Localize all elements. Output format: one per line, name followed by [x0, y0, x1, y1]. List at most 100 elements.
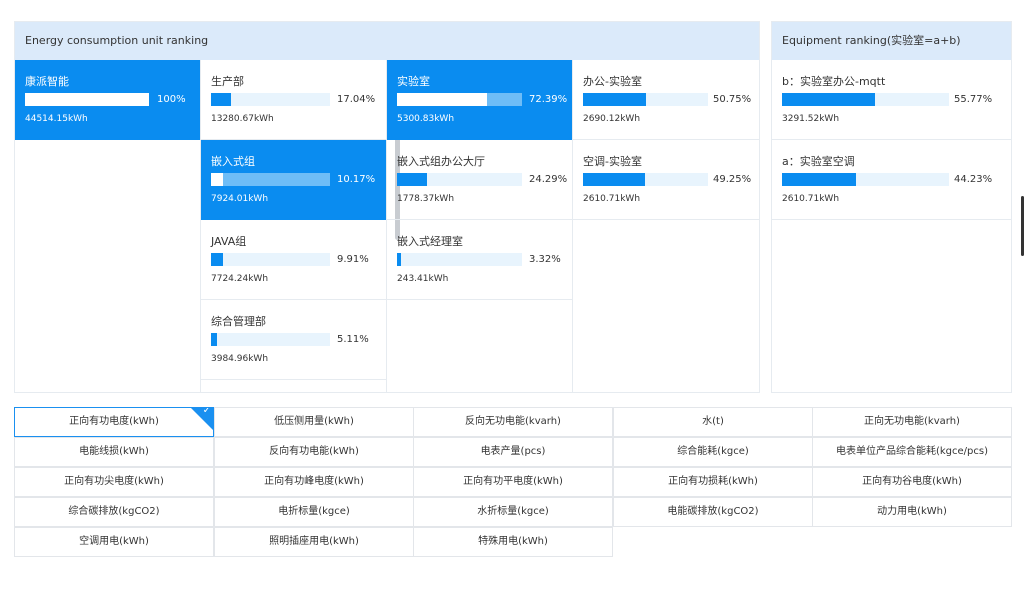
- ranking-card-percent: 3.32%: [529, 254, 561, 265]
- ranking-card[interactable]: 办公-实验室 50.75% 2690.12kWh: [573, 60, 759, 140]
- ranking-card-percent: 5.11%: [337, 334, 369, 345]
- metric-tab-label: 综合碳排放(kgCO2): [68, 506, 160, 517]
- ranking-card[interactable]: 空调-实验室 49.25% 2610.71kWh: [573, 140, 759, 220]
- ranking-card[interactable]: 嵌入式组 10.17% 7924.01kWh: [201, 140, 386, 220]
- metric-tab-label: 反向无功电能(kvarh): [465, 416, 561, 427]
- ranking-progress-track: [782, 93, 949, 106]
- ranking-card-value: 7924.01kWh: [211, 194, 269, 204]
- metric-tab[interactable]: 电能碳排放(kgCO2): [613, 497, 813, 527]
- ranking-progress-fill: [782, 93, 875, 106]
- metric-tab[interactable]: 正向有功损耗(kWh): [613, 467, 813, 497]
- equipment-ranking-list: b：实验室办公-mqtt 55.77% 3291.52kWh a：实验室空调 44.23…: [772, 60, 1011, 392]
- ranking-card-percent: 50.75%: [713, 94, 752, 105]
- metric-tab[interactable]: 水(t): [613, 407, 813, 437]
- ranking-card[interactable]: 嵌入式组办公大厅 24.29% 1778.37kWh: [387, 140, 572, 220]
- metric-tab[interactable]: 照明插座用电(kWh): [214, 527, 414, 557]
- metric-tab-label: 水折标量(kgce): [477, 506, 549, 517]
- metric-tab-label: 正向无功电能(kvarh): [864, 416, 960, 427]
- ranking-card[interactable]: 实验室 72.39% 5300.83kWh: [387, 60, 572, 140]
- ranking-card-value: 7724.24kWh: [211, 274, 269, 284]
- metric-tab-label: 正向有功尖电度(kWh): [64, 476, 164, 487]
- metric-tab[interactable]: 正向有功峰电度(kWh): [214, 467, 414, 497]
- metric-tab[interactable]: 水折标量(kgce): [413, 497, 613, 527]
- checkmark-icon: ✓: [202, 407, 211, 416]
- ranking-card-name: 实验室: [397, 75, 430, 88]
- metric-tab-label: 反向有功电能(kWh): [269, 446, 359, 457]
- ranking-progress-track: [397, 173, 522, 186]
- ranking-card-value: 44514.15kWh: [25, 114, 88, 124]
- metric-tab[interactable]: 电能线损(kWh): [14, 437, 214, 467]
- metric-tab[interactable]: 电表产量(pcs): [413, 437, 613, 467]
- ranking-card-name: 康派智能: [25, 75, 69, 88]
- metric-tab[interactable]: 综合碳排放(kgCO2): [14, 497, 214, 527]
- ranking-card[interactable]: a：实验室空调 44.23% 2610.71kWh: [772, 140, 1011, 220]
- ranking-progress-fill: [397, 253, 401, 266]
- ranking-card-percent: 55.77%: [954, 94, 993, 105]
- metric-tab[interactable]: 综合能耗(kgce): [613, 437, 813, 467]
- energy-unit-ranking-title: Energy consumption unit ranking: [15, 22, 759, 60]
- metric-tab[interactable]: 低压侧用量(kWh): [214, 407, 414, 437]
- ranking-card-name: 空调-实验室: [583, 155, 642, 168]
- ranking-column-level-3: 实验室 72.39% 5300.83kWh 嵌入式组办公大厅 24.29% 1778.37…: [387, 60, 573, 392]
- ranking-progress-fill: [397, 93, 487, 106]
- metric-tab-label: 低压侧用量(kWh): [274, 416, 354, 427]
- metric-tab[interactable]: 正向有功电度(kWh) ✓: [14, 407, 214, 437]
- ranking-progress-fill: [583, 93, 646, 106]
- metric-tab[interactable]: 正向有功谷电度(kWh): [812, 467, 1012, 497]
- ranking-progress-track: [782, 173, 949, 186]
- ranking-card[interactable]: 市场部: [201, 380, 386, 392]
- ranking-progress-track: [211, 173, 330, 186]
- metric-tab[interactable]: 正向无功电能(kvarh): [812, 407, 1012, 437]
- metric-tab[interactable]: 动力用电(kWh): [812, 497, 1012, 527]
- metric-tab-label: 空调用电(kWh): [79, 536, 149, 547]
- ranking-card-name: 生产部: [211, 75, 244, 88]
- ranking-card[interactable]: JAVA组 9.91% 7724.24kWh: [201, 220, 386, 300]
- ranking-progress-track: [397, 93, 522, 106]
- ranking-progress-fill: [211, 333, 217, 346]
- metric-tab-label: 正向有功谷电度(kWh): [862, 476, 962, 487]
- ranking-progress-fill: [583, 173, 645, 186]
- energy-unit-ranking-panel: Energy consumption unit ranking 康派智能 100%…: [14, 21, 760, 393]
- metric-tab[interactable]: 电表单位产品综合能耗(kgce/pcs): [812, 437, 1012, 467]
- ranking-card[interactable]: 综合管理部 5.11% 3984.96kWh: [201, 300, 386, 380]
- metric-tab-label: 水(t): [702, 416, 724, 427]
- ranking-card-name: 嵌入式组: [211, 155, 255, 168]
- metric-tab[interactable]: 反向有功电能(kWh): [214, 437, 414, 467]
- ranking-card-name: JAVA组: [211, 235, 247, 248]
- ranking-progress-fill: [782, 173, 856, 186]
- ranking-column-level-4: 办公-实验室 50.75% 2690.12kWh 空调-实验室 49.25% 2610.7…: [573, 60, 759, 392]
- ranking-progress-track: [397, 253, 522, 266]
- ranking-card-percent: 9.91%: [337, 254, 369, 265]
- metric-tab[interactable]: 正向有功平电度(kWh): [413, 467, 613, 497]
- ranking-card-name: 办公-实验室: [583, 75, 642, 88]
- metric-tab-label: 照明插座用电(kWh): [269, 536, 359, 547]
- ranking-progress-track: [25, 93, 149, 106]
- ranking-card-value: 2610.71kWh: [782, 194, 840, 204]
- metric-tab[interactable]: 空调用电(kWh): [14, 527, 214, 557]
- metric-tab-label: 正向有功峰电度(kWh): [264, 476, 364, 487]
- ranking-card[interactable]: 康派智能 100% 44514.15kWh: [15, 60, 200, 140]
- metric-tab-label: 电能碳排放(kgCO2): [667, 506, 759, 517]
- metric-tab-label: 动力用电(kWh): [877, 506, 947, 517]
- metric-tab[interactable]: 正向有功尖电度(kWh): [14, 467, 214, 497]
- metric-tab[interactable]: 电折标量(kgce): [214, 497, 414, 527]
- ranking-card-value: 243.41kWh: [397, 274, 449, 284]
- metric-tab-label: 正向有功电度(kWh): [69, 416, 159, 427]
- ranking-card-name: 综合管理部: [211, 315, 266, 328]
- ranking-progress-track: [211, 253, 330, 266]
- ranking-progress-track: [211, 93, 330, 106]
- ranking-card-name: b：实验室办公-mqtt: [782, 75, 886, 88]
- metric-tab[interactable]: 反向无功电能(kvarh): [413, 407, 613, 437]
- ranking-card-value: 2690.12kWh: [583, 114, 641, 124]
- ranking-progress-fill: [211, 173, 223, 186]
- ranking-card-percent: 44.23%: [954, 174, 993, 185]
- ranking-progress-track: [583, 93, 708, 106]
- ranking-progress-fill: [397, 173, 427, 186]
- ranking-card-name: 嵌入式组办公大厅: [397, 155, 485, 168]
- ranking-card[interactable]: 生产部 17.04% 13280.67kWh: [201, 60, 386, 140]
- ranking-card[interactable]: 嵌入式经理室 3.32% 243.41kWh: [387, 220, 572, 300]
- metric-tab[interactable]: 特殊用电(kWh): [413, 527, 613, 557]
- metric-tab-label: 正向有功损耗(kWh): [668, 476, 758, 487]
- ranking-card-value: 1778.37kWh: [397, 194, 455, 204]
- ranking-card[interactable]: b：实验室办公-mqtt 55.77% 3291.52kWh: [772, 60, 1011, 140]
